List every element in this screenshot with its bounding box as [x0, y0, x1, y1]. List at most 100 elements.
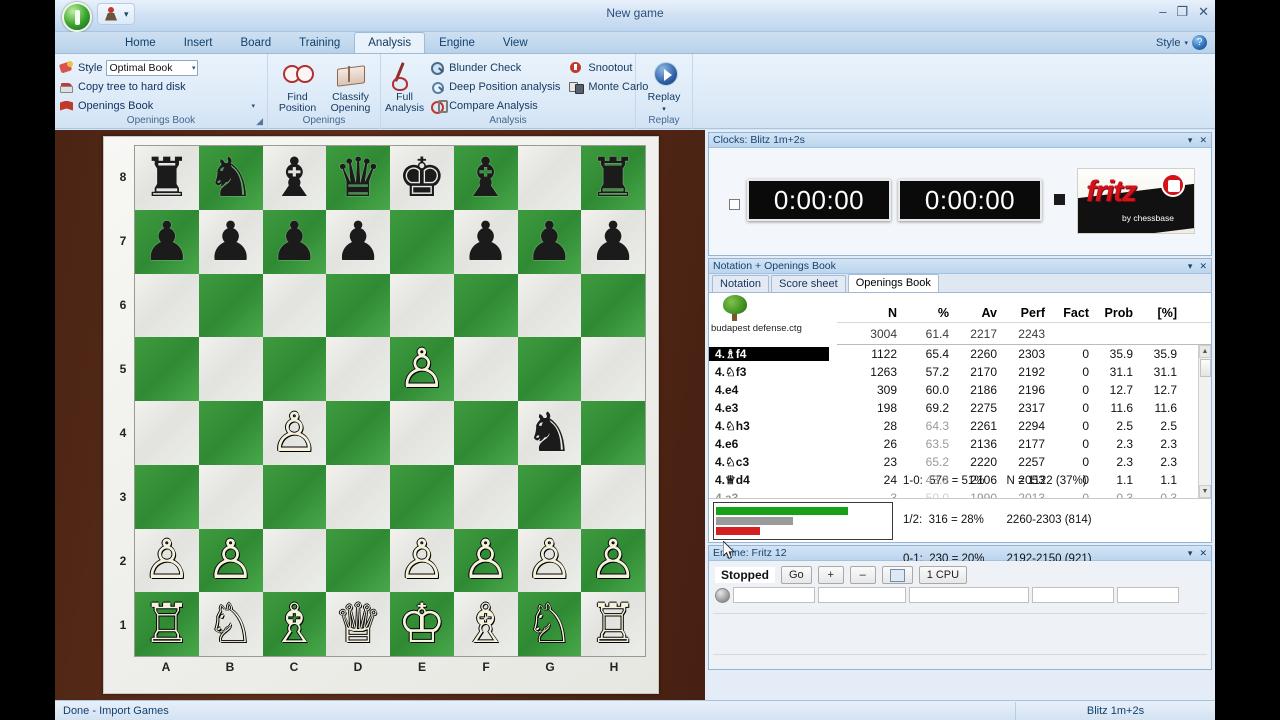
- square-a5[interactable]: [135, 337, 199, 401]
- close-icon[interactable]: ✕: [1199, 548, 1207, 559]
- scrollbar-thumb[interactable]: [1200, 359, 1211, 377]
- square-e3[interactable]: [390, 464, 454, 529]
- square-f5[interactable]: [453, 337, 518, 401]
- engine-field-5[interactable]: [1117, 587, 1179, 603]
- book-row[interactable]: 4.♘f3 1263 57.2 2170 2192 0 31.1 31.1: [709, 363, 1211, 381]
- square-g3[interactable]: [517, 464, 582, 529]
- chessboard[interactable]: ♜ ♞ ♝ ♛ ♚ ♝ ♜ ♟ ♟ ♟ ♟ ♟ ♟ ♟ ♙ ♙ ♞ ♙ ♙ ♙ ♙ ♙ ♙ ♖ ♘ ♗ ♕ ♔ ♗ ♘ ♖: [134, 145, 646, 657]
- col-header-perf[interactable]: Perf: [997, 306, 1045, 322]
- book-row[interactable]: 4.♗f4 1122 65.4 2260 2303 0 35.9 35.9: [709, 345, 1211, 363]
- piece-n[interactable]: ♞: [199, 146, 263, 210]
- piece-B[interactable]: ♗: [263, 592, 327, 656]
- square-a1[interactable]: ♖: [135, 592, 199, 656]
- chevron-down-icon[interactable]: ▾: [1188, 261, 1193, 272]
- piece-p[interactable]: ♟: [581, 210, 645, 274]
- help-icon[interactable]: ?: [1192, 35, 1207, 50]
- engine-field-4[interactable]: [1032, 587, 1114, 603]
- piece-P[interactable]: ♙: [135, 529, 199, 593]
- square-f7[interactable]: ♟: [453, 209, 518, 274]
- piece-p[interactable]: ♟: [199, 210, 263, 274]
- chevron-down-icon[interactable]: ▾: [1184, 39, 1188, 47]
- piece-N[interactable]: ♘: [518, 592, 582, 656]
- piece-p[interactable]: ♟: [518, 210, 582, 274]
- square-e2[interactable]: ♙: [390, 528, 454, 593]
- piece-b[interactable]: ♝: [454, 146, 518, 210]
- square-e4[interactable]: [390, 401, 454, 465]
- book-row[interactable]: 4.e4 309 60.0 2186 2196 0 12.7 12.7: [709, 381, 1211, 399]
- tab-notation[interactable]: Notation: [712, 275, 769, 292]
- engine-field-3[interactable]: [909, 587, 1029, 603]
- piece-r[interactable]: ♜: [135, 146, 199, 210]
- piece-P[interactable]: ♙: [454, 529, 518, 593]
- square-a2[interactable]: ♙: [135, 528, 199, 593]
- piece-R[interactable]: ♖: [581, 592, 645, 656]
- square-d7[interactable]: ♟: [326, 209, 390, 274]
- square-h4[interactable]: [581, 401, 645, 465]
- piece-P[interactable]: ♙: [263, 401, 327, 465]
- compare-analysis-button[interactable]: Compare Analysis: [426, 97, 564, 115]
- piece-p[interactable]: ♟: [263, 210, 327, 274]
- piece-b[interactable]: ♝: [263, 146, 327, 210]
- square-d1[interactable]: ♕: [326, 592, 390, 656]
- square-b4[interactable]: [198, 401, 263, 465]
- deep-position-analysis-button[interactable]: Deep Position analysis: [426, 78, 564, 96]
- engine-add-button[interactable]: +: [817, 566, 844, 584]
- clock-checkbox[interactable]: [729, 199, 740, 210]
- square-g7[interactable]: ♟: [517, 209, 582, 274]
- square-c2[interactable]: [262, 528, 327, 593]
- close-icon[interactable]: ✕: [1199, 261, 1207, 272]
- book-scrollbar[interactable]: ▲ ▼: [1198, 345, 1211, 498]
- piece-p[interactable]: ♟: [135, 210, 199, 274]
- piece-Q[interactable]: ♕: [326, 592, 390, 656]
- book-row[interactable]: 4.♕d4 24 43.8 2106 2053 0 1.1 1.1: [709, 471, 1211, 489]
- book-row[interactable]: 4.♘c3 23 65.2 2220 2257 0 2.3 2.3: [709, 453, 1211, 471]
- blunder-check-button[interactable]: Blunder Check: [426, 59, 564, 77]
- piece-r[interactable]: ♜: [581, 146, 645, 210]
- square-c3[interactable]: [262, 464, 327, 529]
- close-icon[interactable]: ✕: [1198, 5, 1209, 18]
- chevron-down-icon[interactable]: ▾: [251, 102, 259, 110]
- style-menu-label[interactable]: Style: [1156, 37, 1180, 49]
- book-row[interactable]: 4.e6 26 63.5 2136 2177 0 2.3 2.3: [709, 435, 1211, 453]
- square-g1[interactable]: ♘: [517, 592, 582, 656]
- scroll-down-icon[interactable]: ▼: [1199, 485, 1211, 498]
- tab-view[interactable]: View: [489, 32, 542, 53]
- col-header-av[interactable]: Av: [949, 306, 997, 322]
- piece-k[interactable]: ♚: [390, 146, 454, 210]
- edit-engine-icon[interactable]: [881, 566, 913, 584]
- square-f6[interactable]: [453, 273, 518, 338]
- piece-B[interactable]: ♗: [454, 592, 518, 656]
- square-d4[interactable]: [326, 401, 390, 465]
- square-d6[interactable]: [326, 273, 390, 338]
- square-h5[interactable]: [581, 337, 645, 401]
- classify-opening-button[interactable]: Classify Opening: [325, 57, 376, 115]
- dialog-launcher-icon[interactable]: ◢: [256, 116, 263, 127]
- col-header-n[interactable]: N: [837, 306, 897, 322]
- close-icon[interactable]: ✕: [1199, 135, 1207, 146]
- tab-insert[interactable]: Insert: [170, 32, 227, 53]
- square-d2[interactable]: [326, 528, 390, 593]
- chevron-down-icon[interactable]: ▾: [662, 106, 666, 113]
- square-e5[interactable]: ♙: [390, 337, 454, 401]
- piece-P[interactable]: ♙: [518, 529, 582, 593]
- square-a8[interactable]: ♜: [135, 146, 199, 210]
- book-row[interactable]: 4.a3 3 50.0 1990 2013 0 0.3 0.3: [709, 489, 1211, 498]
- engine-field-2[interactable]: [818, 587, 906, 603]
- piece-p[interactable]: ♟: [454, 210, 518, 274]
- square-b5[interactable]: [198, 337, 263, 401]
- square-e8[interactable]: ♚: [390, 146, 454, 210]
- square-e7[interactable]: [390, 209, 454, 274]
- engine-field-1[interactable]: [733, 587, 815, 603]
- piece-K[interactable]: ♔: [390, 592, 454, 656]
- book-row[interactable]: 4.♘h3 28 64.3 2261 2294 0 2.5 2.5: [709, 417, 1211, 435]
- copy-tree-to-hard-disk-button[interactable]: Copy tree to hard disk: [59, 78, 259, 95]
- square-c8[interactable]: ♝: [262, 146, 327, 210]
- tab-training[interactable]: Training: [285, 32, 354, 53]
- square-g8[interactable]: [517, 146, 582, 210]
- square-c6[interactable]: [262, 273, 327, 338]
- chevron-down-icon[interactable]: ▾: [1188, 548, 1193, 559]
- square-h6[interactable]: [581, 273, 645, 338]
- square-c4[interactable]: ♙: [262, 401, 327, 465]
- col-header-prob[interactable]: Prob: [1089, 306, 1133, 322]
- tab-home[interactable]: Home: [111, 32, 170, 53]
